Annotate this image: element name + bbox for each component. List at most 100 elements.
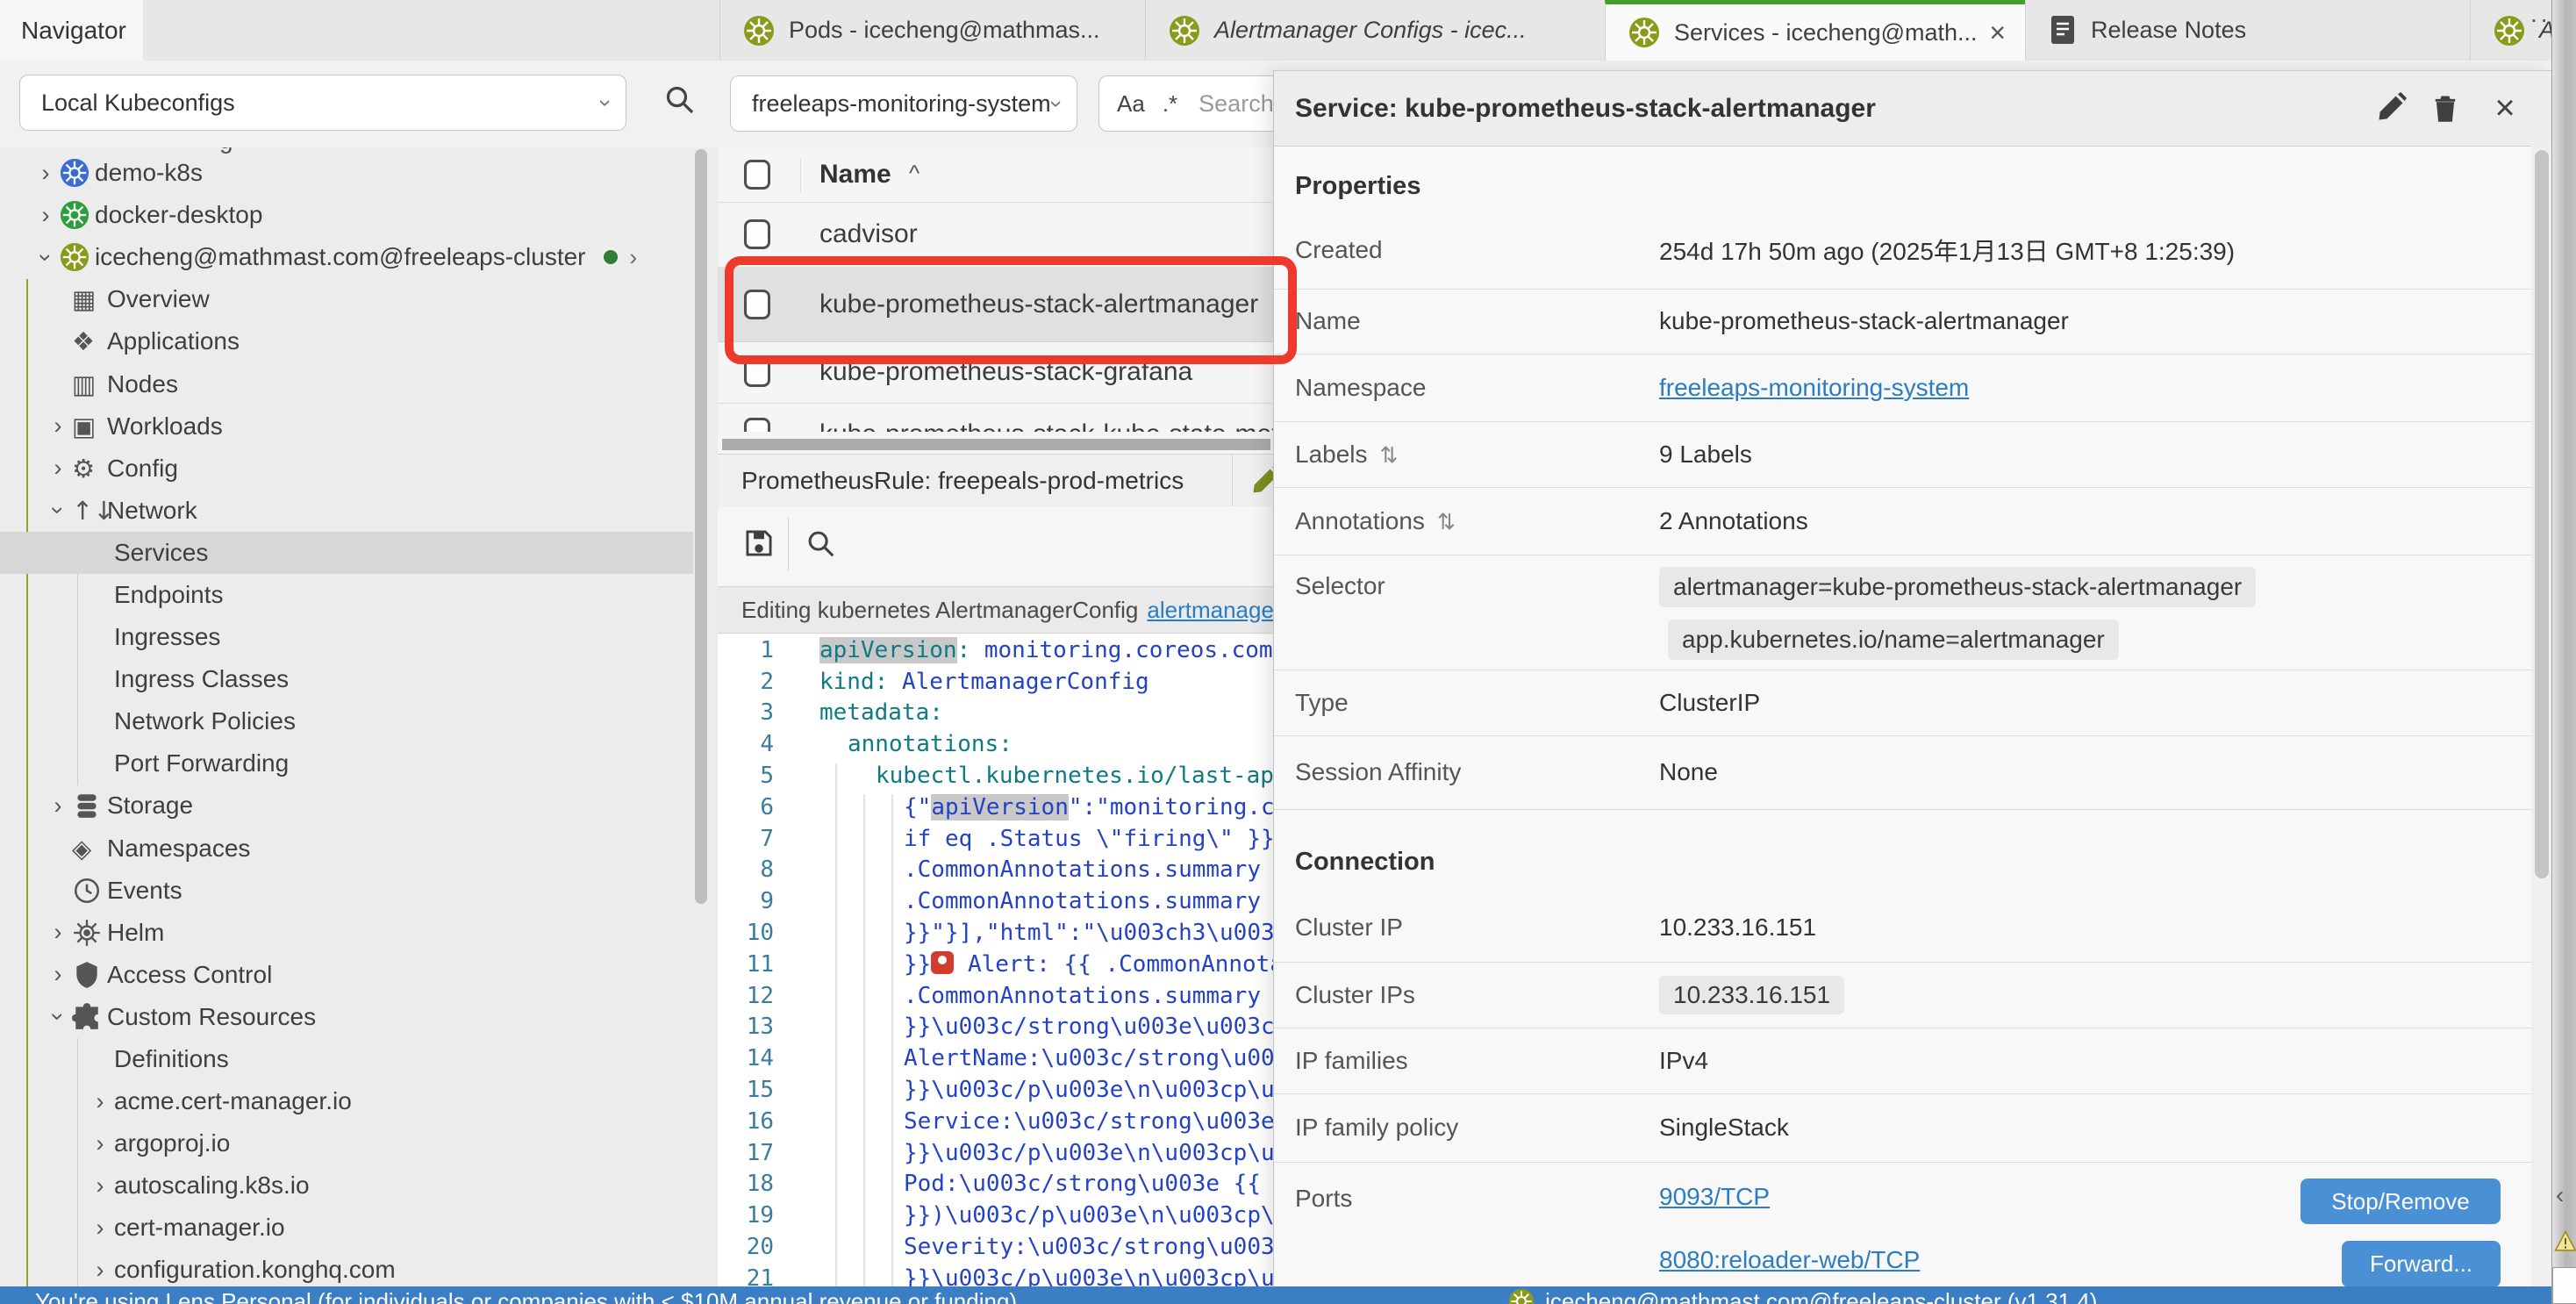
sidebar-item-acme-cert-manager-io[interactable]: › acme.cert-manager.io › xyxy=(0,1080,693,1122)
chevron-icon[interactable]: › xyxy=(86,1088,114,1115)
window-fragment xyxy=(2552,1267,2576,1304)
match-case-toggle[interactable]: Aa xyxy=(1117,90,1145,118)
sidebar-item-services[interactable]: Services › xyxy=(0,532,693,574)
sidebar-item-label: Config xyxy=(107,455,178,483)
sidebar-item-config[interactable]: › ⚙ Config › xyxy=(0,448,693,490)
drawer-header: Service: kube-prometheus-stack-alertmana… xyxy=(1274,71,2552,147)
sidebar-item-custom-resources[interactable]: › Custom Resources › xyxy=(0,996,693,1038)
chevron-icon[interactable]: › xyxy=(45,497,72,525)
sidebar-item-network-policies[interactable]: Network Policies › xyxy=(0,700,693,742)
sidebar-item-label: cert-manager.io xyxy=(114,1214,285,1242)
sidebar-item-workloads[interactable]: › ▣ Workloads › xyxy=(0,405,693,448)
sidebar-item-autoscaling-k8s-io[interactable]: › autoscaling.k8s.io › xyxy=(0,1164,693,1207)
editing-object-link[interactable]: alertmanager xyxy=(1147,597,1281,624)
sort-toggle-icon[interactable]: ⇅ xyxy=(1437,510,1456,534)
chevron-icon[interactable]: › xyxy=(44,919,72,946)
stop-remove-button[interactable]: Stop/Remove xyxy=(2301,1179,2501,1224)
port-link-9093[interactable]: 9093/TCP xyxy=(1659,1183,1770,1211)
sidebar-item-access-control[interactable]: › Access Control › xyxy=(0,954,693,996)
row-checkbox[interactable] xyxy=(744,418,770,432)
sidebar-item-label: Network xyxy=(107,497,197,525)
select-all-checkbox[interactable] xyxy=(744,160,770,190)
chevron-icon[interactable]: › xyxy=(44,455,72,482)
sidebar-item-docker-desktop[interactable]: › docker-desktop › xyxy=(0,194,693,236)
sidebar-item-overview[interactable]: ▦ Overview › xyxy=(0,278,693,320)
regex-toggle[interactable]: .* xyxy=(1163,90,1177,118)
property-label: Labels⇅ xyxy=(1295,441,1398,469)
kubernetes-icon xyxy=(743,15,775,47)
sidebar-item-applications[interactable]: ❖ Applications › xyxy=(0,320,693,362)
close-icon[interactable]: × xyxy=(1989,18,2006,47)
property-label: Created xyxy=(1295,236,1383,264)
chevron-icon[interactable]: › xyxy=(86,1130,114,1157)
sidebar-item-label: Custom Resources xyxy=(107,1003,316,1031)
namespace-select-value: freeleaps-monitoring-system xyxy=(752,90,1051,118)
tab-alertmanager-configs[interactable]: Alertmanager Configs - icec... xyxy=(1145,0,1605,61)
sidebar-item-configuration-konghq-com[interactable]: › configuration.konghq.com › xyxy=(0,1249,693,1286)
save-icon[interactable] xyxy=(742,527,776,560)
sidebar-item-ingress-classes[interactable]: Ingress Classes › xyxy=(0,658,693,700)
close-icon[interactable]: × xyxy=(2489,92,2521,124)
forward-button[interactable]: Forward... xyxy=(2342,1241,2501,1287)
active-cluster-status[interactable]: icecheng@mathmast.com@freeleaps-cluster … xyxy=(1545,1288,2097,1304)
chevron-icon[interactable]: › xyxy=(44,792,72,820)
chevron-icon[interactable]: › xyxy=(86,1257,114,1284)
chevron-right-icon: › xyxy=(630,244,638,271)
sidebar-item-icecheng-mathmast-com-freeleaps-cluster[interactable]: › icecheng@mathmast.com@freeleaps-cluste… xyxy=(0,236,693,278)
search-icon[interactable] xyxy=(662,82,697,117)
line-number: 4 xyxy=(718,731,786,757)
property-row-name: Name kube-prometheus-stack-alertmanager xyxy=(1274,289,2531,355)
sidebar-scrollbar[interactable] xyxy=(695,149,707,904)
sidebar-item-argoproj-io[interactable]: › argoproj.io › xyxy=(0,1122,693,1164)
sidebar-item-ingresses[interactable]: Ingresses › xyxy=(0,616,693,658)
sidebar-item-helm[interactable]: › Helm › xyxy=(0,912,693,954)
sort-toggle-icon[interactable]: ⇅ xyxy=(1380,443,1399,468)
sidebar-item-port-forwarding[interactable]: Port Forwarding › xyxy=(0,742,693,785)
property-row-annotations: Annotations⇅ 2 Annotations xyxy=(1274,487,2531,555)
sidebar-item-events[interactable]: Events › xyxy=(0,870,693,912)
tab-pods[interactable]: Pods - icecheng@mathmas... xyxy=(719,0,1145,61)
sidebar-item-storage[interactable]: › Storage › xyxy=(0,785,693,827)
chevron-icon[interactable]: › xyxy=(45,1003,72,1031)
tab-release-notes[interactable]: Release Notes xyxy=(2025,0,2470,61)
horizontal-scrollbar[interactable] xyxy=(722,439,1270,450)
tab-label: Release Notes xyxy=(2091,17,2246,44)
edit-icon[interactable] xyxy=(2375,92,2407,124)
chevron-icon[interactable]: › xyxy=(32,160,60,187)
chevron-icon[interactable]: › xyxy=(32,243,60,271)
sidebar-item-definitions[interactable]: Definitions › xyxy=(0,1038,693,1080)
chevron-icon[interactable]: › xyxy=(44,961,72,988)
chevron-icon[interactable]: › xyxy=(44,412,72,440)
sidebar-item-label: Applications xyxy=(107,327,240,355)
name-column-header[interactable]: Name xyxy=(819,160,891,190)
namespace-select[interactable]: freeleaps-monitoring-system › xyxy=(730,75,1077,132)
sidebar-item-cert-manager-io[interactable]: › cert-manager.io › xyxy=(0,1207,693,1249)
sidebar-item-label: Port Forwarding xyxy=(114,749,289,777)
sidebar-item-demo-k8s[interactable]: › demo-k8s › xyxy=(0,152,693,194)
navigator-panel-tab[interactable]: Navigator xyxy=(0,0,143,61)
namespace-link[interactable]: freeleaps-monitoring-system xyxy=(1659,374,1969,402)
network-icon: ↑↓ xyxy=(72,496,107,526)
sidebar-item-label: Namespaces xyxy=(107,835,250,863)
delete-icon[interactable] xyxy=(2429,92,2461,124)
search-placeholder: Search xyxy=(1199,90,1274,118)
sidebar-item-namespaces[interactable]: ◈ Namespaces › xyxy=(0,828,693,870)
divider xyxy=(788,518,789,570)
sidebar-item-endpoints[interactable]: Endpoints › xyxy=(0,574,693,616)
sidebar-item-network[interactable]: › ↑↓ Network › xyxy=(0,490,693,532)
row-checkbox[interactable] xyxy=(744,219,770,249)
chevron-icon[interactable]: › xyxy=(86,1172,114,1200)
drawer-scrollbar[interactable] xyxy=(2535,150,2549,878)
search-icon[interactable] xyxy=(804,527,837,560)
line-number: 17 xyxy=(718,1140,786,1166)
chevron-icon[interactable]: › xyxy=(86,1214,114,1242)
port-link-8080[interactable]: 8080:reloader-web/TCP xyxy=(1659,1246,1920,1274)
tab-bar: Navigator Pods - icecheng@mathmas... Ale… xyxy=(0,0,2551,61)
tab-services[interactable]: Services - icecheng@math... × xyxy=(1605,0,2025,61)
chevron-icon[interactable]: › xyxy=(32,202,60,229)
sort-ascending-icon[interactable]: ^ xyxy=(909,160,919,187)
kubeconfig-select[interactable]: Local Kubeconfigs › xyxy=(19,75,626,131)
sidebar-item-label: Nodes xyxy=(107,370,178,398)
sidebar-item-nodes[interactable]: ▥ Nodes › xyxy=(0,362,693,405)
kubernetes-icon xyxy=(1508,1288,1535,1304)
